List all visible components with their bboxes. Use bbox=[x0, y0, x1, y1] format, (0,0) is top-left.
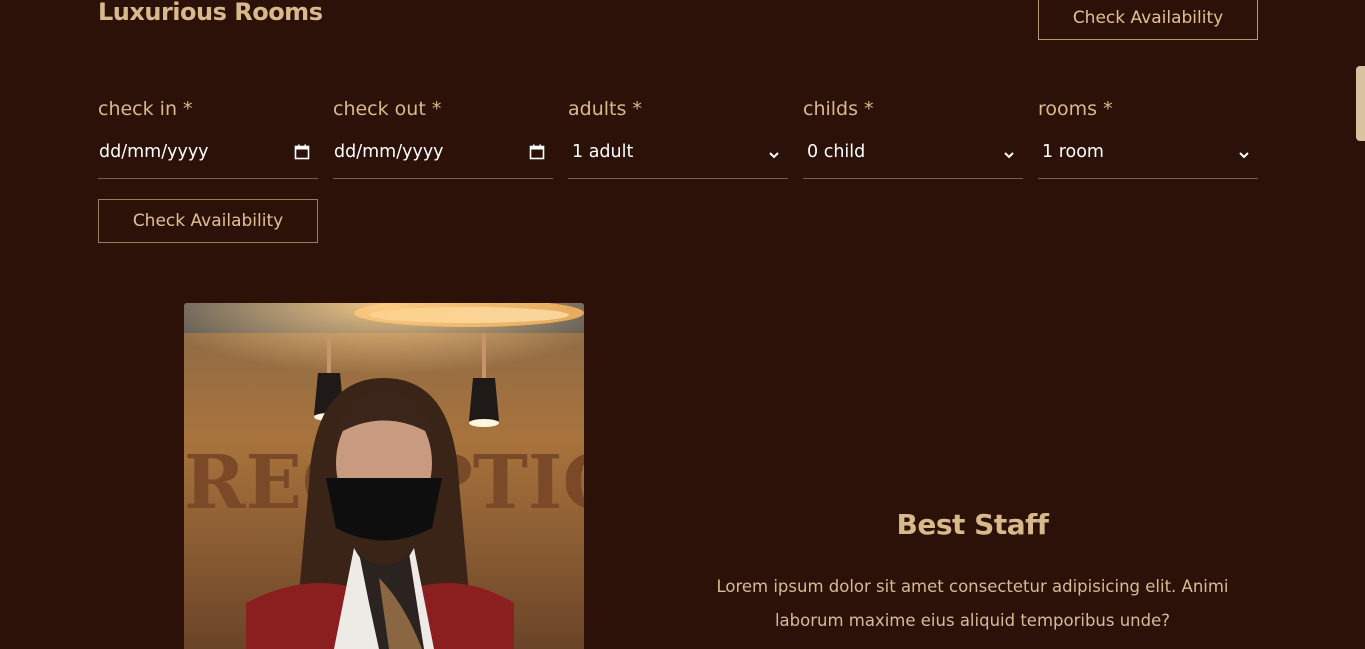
chevron-down-icon bbox=[768, 146, 780, 159]
check-out-input[interactable]: dd/mm/yyyy bbox=[333, 142, 553, 179]
childs-label: childs * bbox=[803, 98, 874, 120]
childs-value: 0 child bbox=[807, 142, 866, 162]
adults-label: adults * bbox=[568, 98, 642, 120]
section-title: Luxurious Rooms bbox=[98, 0, 323, 26]
childs-field: childs * 0 child bbox=[803, 98, 1023, 179]
chevron-down-icon bbox=[1003, 146, 1015, 159]
rooms-label: rooms * bbox=[1038, 98, 1113, 120]
adults-field: adults * 1 adult bbox=[568, 98, 788, 179]
staff-photo: RECEPTION bbox=[184, 303, 584, 649]
check-out-value: dd/mm/yyyy bbox=[334, 142, 444, 162]
check-in-label: check in * bbox=[98, 98, 193, 120]
check-availability-top-button[interactable]: Check Availability bbox=[1038, 0, 1258, 40]
adults-select[interactable]: 1 adult bbox=[568, 142, 788, 179]
scrollbar-thumb[interactable] bbox=[1356, 66, 1365, 141]
calendar-icon[interactable] bbox=[294, 144, 310, 160]
rooms-field: rooms * 1 room bbox=[1038, 98, 1258, 179]
rooms-value: 1 room bbox=[1042, 142, 1104, 162]
adults-value: 1 adult bbox=[572, 142, 634, 162]
staff-description: Lorem ipsum dolor sit amet consectetur a… bbox=[716, 577, 1229, 630]
check-in-value: dd/mm/yyyy bbox=[99, 142, 209, 162]
check-in-input[interactable]: dd/mm/yyyy bbox=[98, 142, 318, 179]
check-out-field: check out * dd/mm/yyyy bbox=[333, 98, 553, 179]
booking-form: check in * dd/mm/yyyy check out * dd/mm/… bbox=[98, 98, 1258, 179]
check-out-label: check out * bbox=[333, 98, 442, 120]
staff-photo-illustration: RECEPTION bbox=[184, 303, 584, 649]
childs-select[interactable]: 0 child bbox=[803, 142, 1023, 179]
check-in-field: check in * dd/mm/yyyy bbox=[98, 98, 318, 179]
check-availability-button[interactable]: Check Availability bbox=[98, 199, 318, 243]
calendar-icon[interactable] bbox=[529, 144, 545, 160]
rooms-select[interactable]: 1 room bbox=[1038, 142, 1258, 179]
chevron-down-icon bbox=[1238, 146, 1250, 159]
staff-title: Best Staff bbox=[896, 508, 1049, 541]
